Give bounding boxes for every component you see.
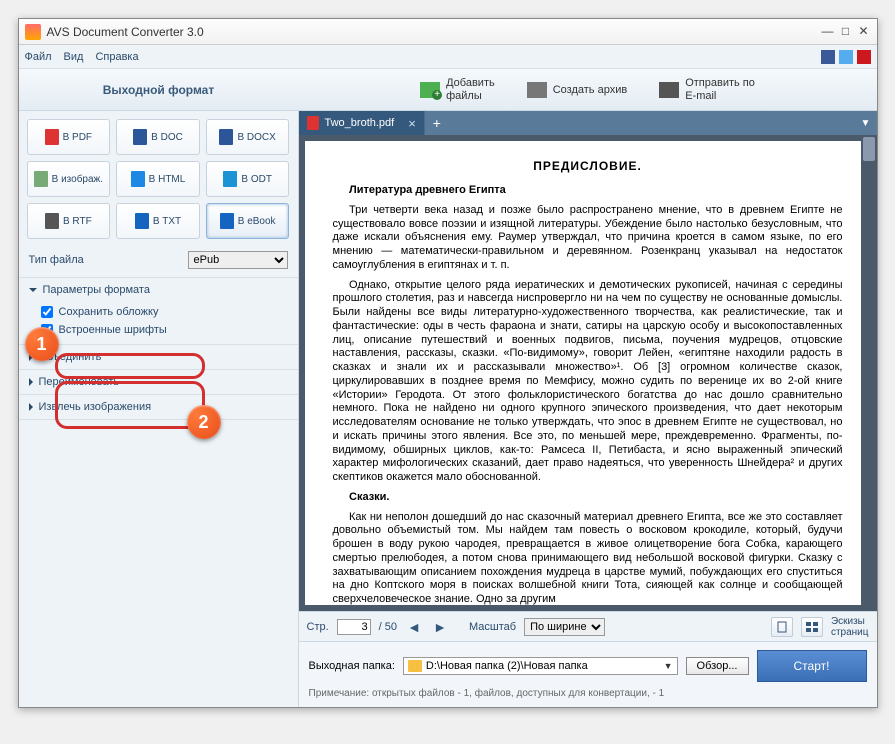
format-grid: В PDF В DOC В DOCX В изображ. В HTML В O… bbox=[19, 111, 298, 247]
accordion-rename[interactable]: Переименовать bbox=[19, 370, 298, 394]
add-files-icon bbox=[420, 82, 440, 98]
page-heading: ПРЕДИСЛОВИЕ. bbox=[333, 159, 843, 174]
app-icon bbox=[25, 24, 41, 40]
archive-icon bbox=[527, 82, 547, 98]
output-folder-input[interactable] bbox=[426, 660, 660, 672]
zoom-select[interactable]: По ширине bbox=[524, 618, 605, 636]
view-thumbnails-button[interactable] bbox=[801, 617, 823, 637]
window-title: AVS Document Converter 3.0 bbox=[47, 25, 821, 39]
bottom-panel: Выходная папка: ▼ Обзор... Старт! Примеч… bbox=[299, 641, 877, 707]
preview-page: ПРЕДИСЛОВИЕ. Литература древнего Египта … bbox=[305, 141, 871, 605]
minimize-button[interactable]: — bbox=[821, 25, 835, 39]
format-image[interactable]: В изображ. bbox=[27, 161, 111, 197]
page-subhead-1: Литература древнего Египта bbox=[333, 184, 843, 198]
menu-file[interactable]: Файл bbox=[25, 51, 52, 63]
tabs-dropdown-icon[interactable]: ▼ bbox=[855, 111, 877, 135]
thumbnails-label: Эскизы страниц bbox=[831, 616, 869, 638]
chevron-right-icon bbox=[29, 353, 33, 361]
toolbar: Выходной формат Добавить файлы Создать а… bbox=[19, 69, 877, 111]
tab-close-icon[interactable]: × bbox=[408, 116, 416, 131]
format-html[interactable]: В HTML bbox=[116, 161, 200, 197]
folder-icon bbox=[408, 660, 422, 672]
status-note: Примечание: открытых файлов - 1, файлов,… bbox=[309, 688, 867, 699]
checkbox-save-cover[interactable]: Сохранить обложку bbox=[41, 306, 288, 318]
app-window: AVS Document Converter 3.0 — □ ✕ Файл Ви… bbox=[18, 18, 878, 708]
accordion-merge[interactable]: Объединить bbox=[19, 345, 298, 369]
preview-scrollbar[interactable] bbox=[861, 135, 877, 611]
file-type-row: Тип файла ePub bbox=[19, 247, 298, 278]
view-single-page-button[interactable] bbox=[771, 617, 793, 637]
page-prev-button[interactable]: ◄ bbox=[405, 618, 423, 636]
menu-view[interactable]: Вид bbox=[64, 51, 84, 63]
menubar: Файл Вид Справка bbox=[19, 45, 877, 69]
menu-help[interactable]: Справка bbox=[95, 51, 138, 63]
start-button[interactable]: Старт! bbox=[757, 650, 867, 682]
youtube-icon[interactable] bbox=[857, 50, 871, 64]
browse-button[interactable]: Обзор... bbox=[686, 657, 749, 675]
page-label: Стр. bbox=[307, 621, 329, 633]
titlebar: AVS Document Converter 3.0 — □ ✕ bbox=[19, 19, 877, 45]
pdf-icon bbox=[307, 116, 319, 130]
accordion-extract-images[interactable]: Извлечь изображения bbox=[19, 395, 298, 419]
tab-document[interactable]: Two_broth.pdf × bbox=[299, 111, 425, 135]
chevron-right-icon bbox=[29, 403, 33, 411]
page-total: / 50 bbox=[379, 621, 397, 633]
chevron-right-icon bbox=[29, 378, 33, 386]
file-type-label: Тип файла bbox=[29, 254, 188, 266]
accordion-format-params[interactable]: Параметры формата bbox=[19, 278, 298, 302]
twitter-icon[interactable] bbox=[839, 50, 853, 64]
pager-bar: Стр. / 50 ◄ ► Масштаб По ширине Эскизы с… bbox=[299, 611, 877, 641]
page-next-button[interactable]: ► bbox=[431, 618, 449, 636]
close-button[interactable]: ✕ bbox=[857, 25, 871, 39]
facebook-icon[interactable] bbox=[821, 50, 835, 64]
page-paragraph: Три четверти века назад и позже было рас… bbox=[333, 204, 843, 273]
page-subhead-2: Сказки. bbox=[333, 491, 843, 505]
scrollbar-thumb[interactable] bbox=[863, 137, 875, 161]
page-paragraph: Однако, открытие целого ряда иератически… bbox=[333, 279, 843, 485]
chevron-down-icon bbox=[29, 288, 37, 292]
checkbox-embedded-fonts[interactable]: Встроенные шрифты bbox=[41, 324, 288, 336]
format-ebook[interactable]: В eBook bbox=[206, 203, 290, 239]
output-format-heading: Выходной формат bbox=[19, 83, 299, 97]
zoom-label: Масштаб bbox=[469, 621, 516, 633]
create-archive-button[interactable]: Создать архив bbox=[517, 73, 637, 105]
format-pdf[interactable]: В PDF bbox=[27, 119, 111, 155]
format-rtf[interactable]: В RTF bbox=[27, 203, 111, 239]
add-files-button[interactable]: Добавить файлы bbox=[410, 73, 505, 105]
output-folder-dropdown-icon[interactable]: ▼ bbox=[664, 661, 673, 671]
document-preview[interactable]: ПРЕДИСЛОВИЕ. Литература древнего Египта … bbox=[299, 135, 877, 611]
output-folder-label: Выходная папка: bbox=[309, 660, 395, 672]
sidebar: В PDF В DOC В DOCX В изображ. В HTML В O… bbox=[19, 111, 299, 707]
page-current-input[interactable] bbox=[337, 619, 371, 635]
format-odt[interactable]: В ODT bbox=[206, 161, 290, 197]
format-doc[interactable]: В DOC bbox=[116, 119, 200, 155]
add-tab-button[interactable]: + bbox=[425, 111, 449, 135]
document-tabs: Two_broth.pdf × + ▼ bbox=[299, 111, 877, 135]
page-paragraph: Как ни неполон дошедший до нас сказочный… bbox=[333, 511, 843, 606]
main-panel: Two_broth.pdf × + ▼ ПРЕДИСЛОВИЕ. Литерат… bbox=[299, 111, 877, 707]
output-folder-field[interactable]: ▼ bbox=[403, 657, 678, 675]
format-docx[interactable]: В DOCX bbox=[206, 119, 290, 155]
file-type-select[interactable]: ePub bbox=[188, 251, 288, 269]
email-icon bbox=[659, 82, 679, 98]
maximize-button[interactable]: □ bbox=[839, 25, 853, 39]
send-email-button[interactable]: Отправить по E-mail bbox=[649, 73, 765, 105]
format-txt[interactable]: В TXT bbox=[116, 203, 200, 239]
